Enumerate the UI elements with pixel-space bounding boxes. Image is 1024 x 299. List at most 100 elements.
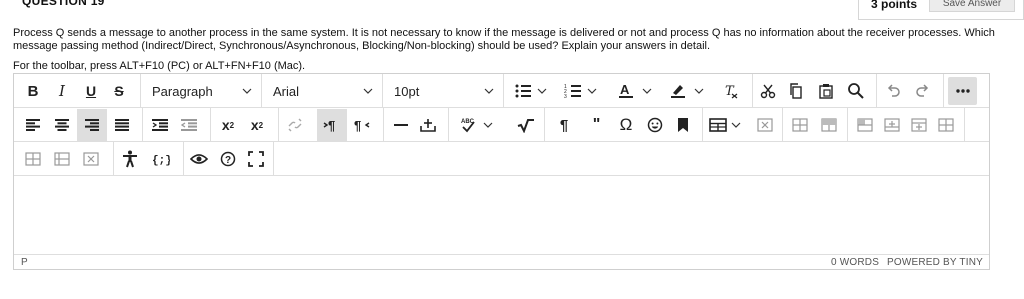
search-icon — [848, 83, 864, 99]
text-color-button[interactable]: A — [612, 75, 658, 107]
font-size-dropdown[interactable]: 10pt — [383, 75, 502, 107]
strikethrough-button[interactable]: S — [106, 75, 132, 107]
accessibility-checker-button[interactable] — [117, 143, 143, 175]
delete-table-icon — [757, 118, 773, 132]
paste-button[interactable] — [814, 75, 838, 107]
special-character-button[interactable]: Ω — [613, 109, 639, 141]
chevron-down-icon — [242, 88, 252, 94]
numbered-list-button[interactable]: 1 2 3 — [560, 75, 602, 107]
table-merge-cells-icon — [54, 152, 70, 166]
fullscreen-icon — [248, 151, 264, 167]
table-split-cells-button[interactable] — [20, 143, 46, 175]
blockquote-button[interactable]: " — [581, 109, 611, 141]
ltr-direction-button[interactable]: ¶ — [317, 109, 347, 141]
table-insert-button[interactable] — [704, 109, 748, 141]
bookmark-icon — [678, 118, 688, 132]
copy-button[interactable] — [784, 75, 808, 107]
toolbar-hint: For the toolbar, press ALT+F10 (PC) or A… — [13, 60, 306, 72]
math-equation-button[interactable] — [512, 109, 540, 141]
justify-button[interactable] — [109, 109, 135, 141]
emoticons-button[interactable] — [642, 109, 668, 141]
word-count[interactable]: 0 WORDS — [831, 257, 879, 268]
svg-text:¶: ¶ — [354, 118, 361, 133]
table-row-after-icon — [821, 118, 837, 132]
square-root-icon — [517, 119, 534, 133]
table-row-before-button[interactable] — [787, 109, 813, 141]
clipboard-icon — [819, 84, 833, 99]
clear-formatting-button[interactable]: T — [717, 75, 745, 107]
horizontal-line-icon — [394, 124, 408, 126]
table-col-after-button[interactable] — [906, 109, 932, 141]
highlight-icon — [671, 85, 704, 98]
insert-anchor-icon — [420, 119, 436, 132]
table-col-after-icon — [911, 118, 927, 132]
table-col-before-button[interactable] — [879, 109, 905, 141]
table-delete-row-button[interactable] — [852, 109, 878, 141]
svg-text:?: ? — [225, 155, 231, 166]
help-icon: ? — [220, 151, 236, 167]
indent-button[interactable] — [148, 109, 172, 141]
svg-text:¶: ¶ — [328, 118, 335, 133]
table-delete-row-icon — [857, 118, 873, 132]
toolbar-row-2: x2 x2 ¶ ¶ ABC ¶ " Ω — [14, 108, 989, 142]
element-path[interactable]: P — [21, 257, 28, 268]
table-cell-delete-button[interactable] — [78, 143, 104, 175]
underline-button[interactable]: U — [78, 75, 104, 107]
superscript-button[interactable]: x2 — [215, 109, 241, 141]
align-center-icon — [55, 119, 69, 131]
indent-icon — [152, 119, 168, 131]
points-box: 3 points Save Answer — [858, 0, 1024, 20]
align-left-button[interactable] — [20, 109, 46, 141]
align-right-icon — [85, 119, 99, 131]
block-format-dropdown[interactable]: Paragraph — [141, 75, 260, 107]
table-delete-col-button[interactable] — [933, 109, 959, 141]
eye-icon — [190, 154, 208, 164]
editor-content-area[interactable] — [14, 177, 989, 254]
table-col-before-icon — [884, 118, 900, 132]
highlight-color-button[interactable] — [664, 75, 710, 107]
preview-button[interactable] — [186, 143, 212, 175]
bullet-list-icon — [515, 84, 547, 98]
table-row-before-icon — [792, 118, 808, 132]
bullet-list-button[interactable] — [510, 75, 552, 107]
table-row-after-button[interactable] — [816, 109, 842, 141]
find-replace-button[interactable] — [843, 75, 869, 107]
rtl-direction-button[interactable]: ¶ — [349, 109, 375, 141]
subscript-button[interactable]: x2 — [244, 109, 270, 141]
italic-button[interactable]: I — [49, 75, 75, 107]
toolbar-row-1: B I U S Paragraph Arial 10pt 1 2 3 A T — [14, 74, 989, 108]
horizontal-line-button[interactable] — [388, 109, 414, 141]
more-tools-button[interactable] — [948, 77, 977, 105]
chevron-down-icon — [484, 88, 494, 94]
cut-button[interactable] — [756, 75, 780, 107]
show-blocks-button[interactable]: ¶ — [551, 109, 577, 141]
scissors-icon — [760, 84, 776, 99]
spellcheck-button[interactable]: ABC — [455, 109, 497, 141]
delete-table-button[interactable] — [752, 109, 778, 141]
smiley-icon — [647, 117, 663, 133]
ellipsis-icon — [955, 89, 970, 93]
unlink-button[interactable] — [281, 109, 309, 141]
undo-button[interactable] — [880, 75, 906, 107]
block-format-value: Paragraph — [152, 83, 213, 99]
bold-button[interactable]: B — [20, 75, 46, 107]
table-merge-cells-button[interactable] — [49, 143, 75, 175]
undo-icon — [887, 84, 900, 97]
insert-anchor-button[interactable] — [415, 109, 441, 141]
powered-by-tiny-link[interactable]: POWERED BY TINY — [887, 257, 983, 268]
align-center-button[interactable] — [49, 109, 75, 141]
redo-button[interactable] — [910, 75, 936, 107]
outdent-button[interactable] — [177, 109, 201, 141]
question-header: QUESTION 19 3 points Save Answer — [0, 0, 1024, 22]
align-right-button[interactable] — [77, 109, 107, 141]
save-answer-button[interactable]: Save Answer — [929, 0, 1015, 12]
fullscreen-button[interactable] — [243, 143, 269, 175]
text-color-icon: A — [619, 82, 652, 98]
font-family-dropdown[interactable]: Arial — [262, 75, 381, 107]
table-delete-col-icon — [938, 118, 954, 132]
help-button[interactable]: ? — [215, 143, 241, 175]
code-braces-icon: {;} — [152, 155, 170, 166]
source-code-button[interactable]: {;} — [147, 143, 175, 175]
table-cell-delete-icon — [83, 152, 99, 166]
bookmark-button[interactable] — [670, 109, 696, 141]
